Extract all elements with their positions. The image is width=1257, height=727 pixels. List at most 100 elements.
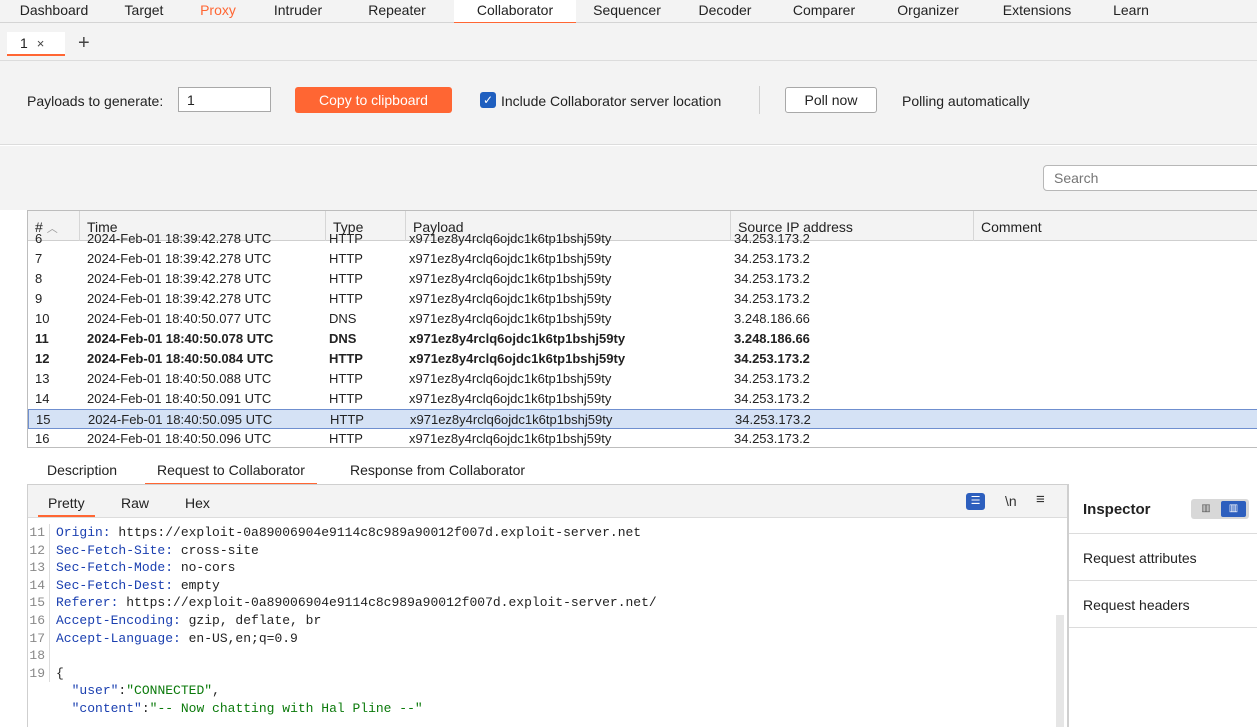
inspector-header: Inspector ▥ ▥ bbox=[1069, 484, 1257, 534]
row-type: HTTP bbox=[329, 251, 363, 266]
layout-toggle[interactable]: ▥ ▥ bbox=[1191, 499, 1249, 519]
row-number: 13 bbox=[35, 371, 50, 386]
tab-response-from-collaborator[interactable]: Response from Collaborator bbox=[350, 462, 525, 478]
row-number: 8 bbox=[35, 271, 43, 286]
tab-extensions[interactable]: Extensions bbox=[980, 0, 1094, 23]
code-line-json-content: "content":"-- Now chatting with Hal Plin… bbox=[71, 701, 423, 716]
tab-description[interactable]: Description bbox=[47, 462, 117, 478]
code-view[interactable]: 11 Origin: https://exploit-0a89006904e911… bbox=[28, 518, 1051, 727]
row-number: 9 bbox=[35, 291, 43, 306]
tab-repeater[interactable]: Repeater bbox=[340, 0, 454, 23]
close-icon[interactable]: × bbox=[37, 36, 45, 51]
row-type: HTTP bbox=[329, 431, 363, 446]
row-type: HTTP bbox=[329, 371, 363, 386]
tab-target[interactable]: Target bbox=[108, 0, 180, 23]
table-row[interactable]: 6 2024-Feb-01 18:39:42.278 UTC HTTP x971ez8… bbox=[28, 229, 1257, 249]
code-line-close bbox=[28, 718, 56, 727]
layout-left-icon[interactable]: ▥ bbox=[1195, 503, 1217, 515]
row-type: HTTP bbox=[329, 291, 363, 306]
table-row[interactable]: 10 2024-Feb-01 18:40:50.077 UTC DNS x971ez8… bbox=[28, 309, 1257, 329]
tab-hex[interactable]: Hex bbox=[185, 495, 210, 511]
poll-now-button[interactable]: Poll now bbox=[785, 87, 877, 113]
tab-comparer[interactable]: Comparer bbox=[772, 0, 876, 23]
row-payload: x971ez8y4rclq6ojdc1k6tp1bshj59ty bbox=[409, 351, 626, 366]
row-source-ip: 34.253.173.2 bbox=[734, 251, 810, 266]
payloads-label: Payloads to generate: bbox=[27, 93, 164, 109]
search-input[interactable] bbox=[1043, 165, 1257, 191]
scrollbar[interactable] bbox=[1056, 615, 1064, 727]
menu-icon[interactable]: ≡ bbox=[1036, 491, 1045, 508]
include-location-checkbox[interactable]: ✓ bbox=[480, 92, 496, 108]
table-row[interactable]: 11 2024-Feb-01 18:40:50.078 UTC DNS x971ez8… bbox=[28, 329, 1257, 349]
copy-to-clipboard-button[interactable]: Copy to clipboard bbox=[295, 87, 452, 113]
request-headers-section[interactable]: Request headers bbox=[1069, 581, 1257, 628]
row-payload: x971ez8y4rclq6ojdc1k6tp1bshj59ty bbox=[409, 291, 612, 306]
table-row[interactable]: 14 2024-Feb-01 18:40:50.091 UTC HTTP x971ez… bbox=[28, 389, 1257, 409]
row-payload: x971ez8y4rclq6ojdc1k6tp1bshj59ty bbox=[409, 431, 612, 446]
request-attributes-section[interactable]: Request attributes bbox=[1069, 534, 1257, 581]
row-time: 2024-Feb-01 18:39:42.278 UTC bbox=[87, 251, 272, 266]
tab-sequencer[interactable]: Sequencer bbox=[576, 0, 678, 23]
table-row[interactable]: 15 2024-Feb-01 18:40:50.095 UTC HTTP x971ez… bbox=[28, 409, 1257, 429]
tab-dashboard[interactable]: Dashboard bbox=[0, 0, 108, 23]
row-time: 2024-Feb-01 18:40:50.096 UTC bbox=[87, 431, 272, 446]
add-tab-icon[interactable]: + bbox=[78, 33, 90, 53]
row-number: 12 bbox=[35, 351, 50, 366]
sub-tab-1[interactable]: 1 × bbox=[7, 32, 65, 56]
row-type: HTTP bbox=[330, 412, 364, 427]
code-line-partial bbox=[28, 518, 56, 524]
code-line-header: 11 Origin: https://exploit-0a89006904e911… bbox=[29, 524, 642, 542]
row-source-ip: 34.253.173.2 bbox=[734, 231, 810, 246]
row-time: 2024-Feb-01 18:40:50.095 UTC bbox=[88, 412, 273, 427]
table-row[interactable]: 7 2024-Feb-01 18:39:42.278 UTC HTTP x971ez8… bbox=[28, 249, 1257, 269]
row-time: 2024-Feb-01 18:39:42.278 UTC bbox=[87, 271, 272, 286]
payloads-count-input[interactable] bbox=[178, 87, 271, 112]
row-source-ip: 34.253.173.2 bbox=[734, 351, 810, 366]
tab-raw[interactable]: Raw bbox=[121, 495, 149, 511]
row-payload: x971ez8y4rclq6ojdc1k6tp1bshj59ty bbox=[409, 251, 612, 266]
row-payload: x971ez8y4rclq6ojdc1k6tp1bshj59ty bbox=[409, 331, 626, 346]
collaborator-controls: Payloads to generate: Copy to clipboard … bbox=[0, 61, 1257, 145]
row-payload: x971ez8y4rclq6ojdc1k6tp1bshj59ty bbox=[409, 231, 612, 246]
row-type: HTTP bbox=[329, 391, 363, 406]
row-time: 2024-Feb-01 18:39:42.278 UTC bbox=[87, 231, 272, 246]
table-row[interactable]: 16 2024-Feb-01 18:40:50.096 UTC HTTP x971ez… bbox=[28, 429, 1257, 447]
table-row[interactable]: 8 2024-Feb-01 18:39:42.278 UTC HTTP x971ez8… bbox=[28, 269, 1257, 289]
row-source-ip: 34.253.173.2 bbox=[734, 291, 810, 306]
tab-proxy[interactable]: Proxy bbox=[180, 0, 256, 23]
row-source-ip: 34.253.173.2 bbox=[735, 412, 811, 427]
code-line-header: 16 Accept-Encoding: gzip, deflate, br bbox=[29, 612, 322, 630]
tab-learn[interactable]: Learn bbox=[1094, 0, 1168, 23]
tab-collaborator[interactable]: Collaborator bbox=[454, 0, 576, 24]
layout-right-icon[interactable]: ▥ bbox=[1221, 501, 1246, 517]
row-time: 2024-Feb-01 18:40:50.078 UTC bbox=[87, 331, 274, 346]
inspector-panel: Inspector ▥ ▥ Request attributes Request… bbox=[1068, 484, 1257, 727]
tab-pretty[interactable]: Pretty bbox=[38, 495, 95, 517]
tab-request-to-collaborator[interactable]: Request to Collaborator bbox=[145, 462, 317, 485]
tab-organizer[interactable]: Organizer bbox=[876, 0, 980, 23]
row-source-ip: 34.253.173.2 bbox=[734, 431, 810, 446]
detail-tabs: Description Request to Collaborator Resp… bbox=[27, 456, 1257, 485]
row-type: HTTP bbox=[329, 271, 363, 286]
tab-intruder[interactable]: Intruder bbox=[256, 0, 340, 23]
row-number: 15 bbox=[36, 412, 51, 427]
row-payload: x971ez8y4rclq6ojdc1k6tp1bshj59ty bbox=[409, 371, 612, 386]
code-line-header: 12 Sec-Fetch-Site: cross-site bbox=[29, 541, 259, 560]
word-wrap-icon[interactable]: ☰ bbox=[966, 493, 985, 510]
tab-decoder[interactable]: Decoder bbox=[678, 0, 772, 23]
row-number: 10 bbox=[35, 311, 50, 326]
table-row[interactable]: 9 2024-Feb-01 18:39:42.278 UTC HTTP x971ez8… bbox=[28, 289, 1257, 309]
row-time: 2024-Feb-01 18:40:50.091 UTC bbox=[87, 391, 272, 406]
row-type: HTTP bbox=[329, 351, 363, 366]
row-source-ip: 34.253.173.2 bbox=[734, 391, 810, 406]
include-location-label: Include Collaborator server location bbox=[501, 93, 722, 109]
table-row[interactable]: 13 2024-Feb-01 18:40:50.088 UTC HTTP x971ez… bbox=[28, 369, 1257, 389]
row-number: 6 bbox=[35, 231, 43, 246]
code-line-header: 15 Referer: https://exploit-0a89006904e91… bbox=[29, 594, 657, 612]
row-time: 2024-Feb-01 18:40:50.088 UTC bbox=[87, 371, 272, 386]
table-row[interactable]: 12 2024-Feb-01 18:40:50.084 UTC HTTP x971ez… bbox=[28, 349, 1257, 369]
row-source-ip: 34.253.173.2 bbox=[734, 371, 810, 386]
row-time: 2024-Feb-01 18:39:42.278 UTC bbox=[87, 291, 272, 306]
newline-icon[interactable]: \n bbox=[1005, 493, 1017, 509]
row-type: HTTP bbox=[329, 231, 363, 246]
